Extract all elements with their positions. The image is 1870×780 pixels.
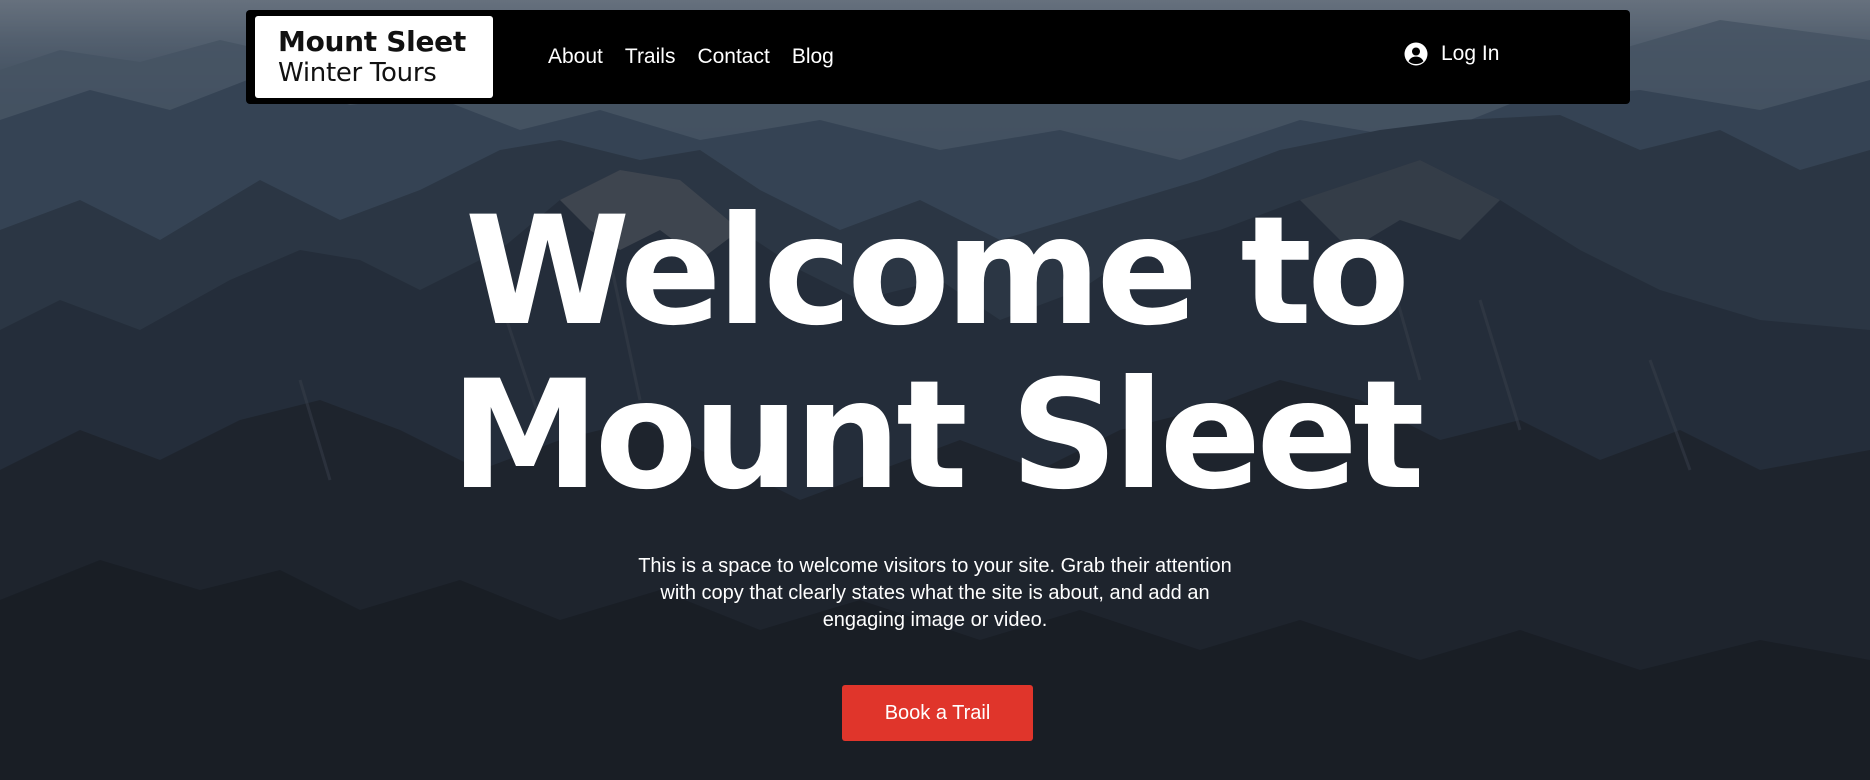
book-trail-button[interactable]: Book a Trail (842, 685, 1033, 741)
hero-title-line-1: Welcome to (464, 185, 1410, 359)
logo-title: Mount Sleet (278, 25, 466, 58)
site-logo[interactable]: Mount Sleet Winter Tours (255, 16, 493, 98)
nav-item-blog[interactable]: Blog (792, 45, 834, 69)
site-header: Mount Sleet Winter Tours About Trails Co… (246, 10, 1630, 104)
nav-item-trails[interactable]: Trails (625, 45, 676, 69)
login-button[interactable]: Log In (1404, 10, 1499, 98)
nav-item-about[interactable]: About (548, 45, 603, 69)
logo-subtitle: Winter Tours (278, 58, 437, 88)
main-nav: About Trails Contact Blog (548, 10, 856, 104)
login-label: Log In (1441, 42, 1500, 65)
nav-item-contact[interactable]: Contact (697, 45, 769, 69)
user-circle-icon (1404, 42, 1428, 66)
hero-title: Welcome to Mount Sleet (0, 190, 1870, 518)
hero-description: This is a space to welcome visitors to y… (638, 555, 1232, 631)
hero-title-line-2: Mount Sleet (450, 349, 1424, 523)
